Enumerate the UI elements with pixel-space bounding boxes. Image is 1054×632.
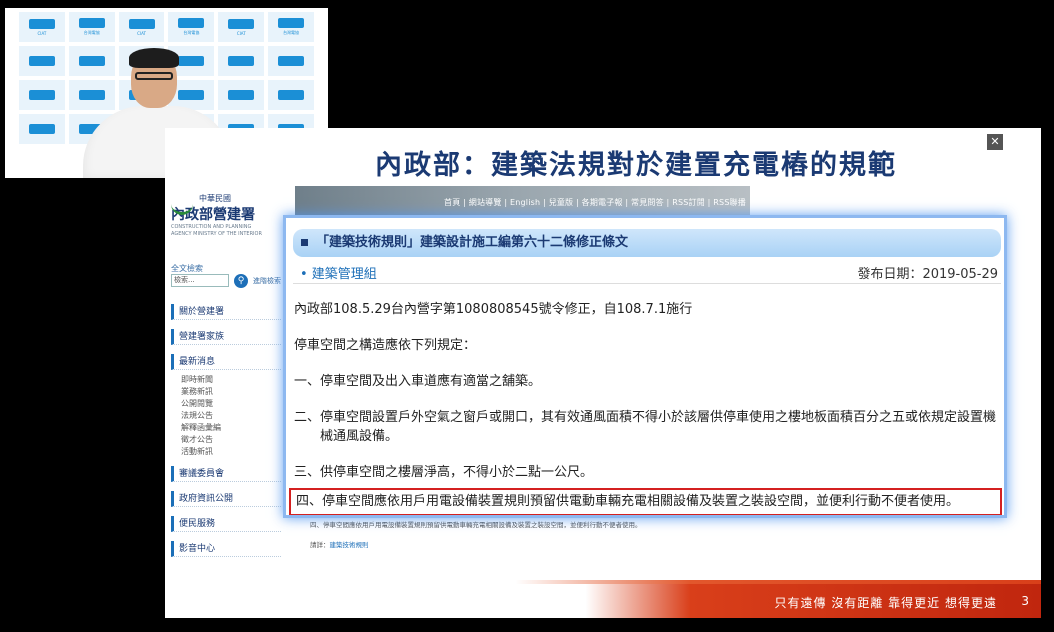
logo-line-english-2: AGENCY MINISTRY OF THE INTERIOR (171, 231, 262, 237)
backdrop-logo (268, 80, 314, 110)
article-paragraph: 內政部108.5.29台內營字第1080808545號令修正，自108.7.1施… (294, 302, 693, 317)
reference-line: 請詳：建築技術規則 (310, 539, 750, 549)
backdrop-logo (268, 46, 314, 76)
highlighted-clause: 四、停車空間應依用戶用電設備裝置規則預留供電動車輛充電相關設備及裝置之裝設空間，… (289, 488, 1002, 515)
backdrop-logo (19, 80, 65, 110)
backdrop-logo (19, 114, 65, 144)
backdrop-logo: 台灣電協 (268, 12, 314, 42)
article-line: 四、停車空間應依用戶用電設備裝置規則預留供電動車輛充電相關設備及裝置之裝設空間，… (310, 521, 642, 529)
close-icon[interactable]: ✕ (987, 134, 1003, 150)
page-number: 3 (1021, 594, 1029, 608)
zoomed-article: 「建築技術規則」建築設計施工編第六十二條修正條文 • 建築管理組 發布日期：20… (283, 215, 1007, 518)
backdrop-logo: CIAT (19, 12, 65, 42)
submenu-item[interactable]: 即時新聞 (171, 374, 281, 386)
site-top-nav[interactable]: 首頁 | 網站導覽 | English | 兒童版 | 各期電子報 | 常見問答… (444, 197, 746, 208)
site-article-tail: 四、停車空間應依用戶用電設備裝置規則預留供電動車輛充電相關設備及裝置之裝設空間，… (310, 519, 750, 549)
side-nav: 關於營建署 營建署家族 最新消息 即時新聞 業務新訊 公開閱覽 法規公告 解釋函… (171, 304, 281, 560)
search-icon[interactable]: ⚲ (234, 274, 248, 288)
news-submenu: 即時新聞 業務新訊 公開閱覽 法規公告 解釋函彙編 徵才公告 活動新訊 (171, 374, 281, 458)
submenu-item[interactable]: 解釋函彙編 (171, 422, 281, 434)
sidebar-item-open-info[interactable]: 政府資訊公開 (171, 491, 281, 507)
advanced-search-link[interactable]: 進階檢索 (253, 276, 281, 286)
sidebar-item-family[interactable]: 營建署家族 (171, 329, 281, 345)
submenu-item[interactable]: 公開閱覽 (171, 398, 281, 410)
sidebar-item-services[interactable]: 便民服務 (171, 516, 281, 532)
slogan: 只有遠傳 沒有距離 靠得更近 想得更遠 (774, 596, 997, 610)
sidebar-item-committee[interactable]: 審議委員會 (171, 466, 281, 482)
screen: CIAT 台灣電協 CIAT 台灣電協 CIAT 台灣電協 內政部：建築法規對於… (0, 0, 1054, 632)
department-link[interactable]: • 建築管理組 (300, 263, 377, 282)
square-bullet-icon (301, 239, 308, 246)
submenu-item[interactable]: 業務新訊 (171, 386, 281, 398)
logo-line-english-1: CONSTRUCTION AND PLANNING (171, 224, 252, 230)
slide-title: 內政部：建築法規對於建置充電樁的規範 (375, 150, 897, 181)
backdrop-logo: CIAT (118, 12, 165, 42)
submenu-item[interactable]: 法規公告 (171, 410, 281, 422)
backdrop-logo: CIAT (218, 12, 265, 42)
article-heading-bar: 「建築技術規則」建築設計施工編第六十二條修正條文 (293, 229, 1001, 257)
site-logo[interactable]: 中華民國 內政部營建署 CONSTRUCTION AND PLANNING AG… (171, 193, 293, 238)
submenu-item[interactable]: 活動新訊 (171, 446, 281, 458)
presenter-glasses (135, 72, 173, 80)
article-paragraph: 三、供停車空間之樓層淨高，不得小於二點一公尺。 (294, 465, 594, 480)
search-input[interactable]: 檢索... (171, 274, 229, 287)
publish-date: 發布日期：2019-05-29 (857, 267, 998, 282)
submenu-item[interactable]: 徵才公告 (171, 434, 281, 446)
presenter-hair (129, 48, 179, 68)
article-paragraph: 停車空間之構造應依下列規定： (294, 338, 477, 353)
backdrop-logo: 台灣電協 (68, 12, 115, 42)
sidebar-item-media[interactable]: 影音中心 (171, 541, 281, 557)
article-heading: 「建築技術規則」建築設計施工編第六十二條修正條文 (316, 235, 629, 250)
reference-link[interactable]: 建築技術規則 (330, 541, 369, 549)
slide-footer: 只有遠傳 沒有距離 靠得更近 想得更遠 3 (165, 584, 1041, 618)
reference-label: 請詳： (310, 541, 330, 549)
search-label: 全文檢索 (171, 264, 203, 273)
article-paragraph: 一、停車空間及出入車道應有適當之舖築。 (294, 374, 542, 389)
sidebar-item-about[interactable]: 關於營建署 (171, 304, 281, 320)
sidebar-item-news[interactable]: 最新消息 (171, 354, 281, 370)
divider (293, 283, 1001, 284)
article-body: 內政部108.5.29台內營字第1080808545號令修正，自108.7.1施… (294, 300, 999, 499)
backdrop-logo (19, 46, 65, 76)
article-paragraph: 二、停車空間設置戶外空氣之窗戶或開口，其有效通風面積不得小於該層供停車使用之樓地… (294, 410, 997, 444)
backdrop-logo: 台灣電協 (168, 12, 215, 42)
